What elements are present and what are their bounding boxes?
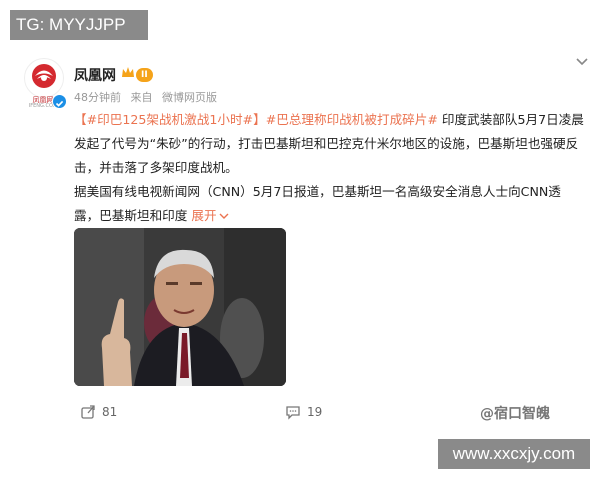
repost-button[interactable]: 81 (80, 404, 117, 420)
post-source: 微博网页版 (162, 91, 217, 104)
post-body-paragraph: 据美国有线电视新闻网（CNN）5月7日报道，巴基斯坦一名高级安全消息人士向CNN… (74, 184, 561, 223)
corner-watermark: @宿口智魄 (480, 406, 550, 422)
comment-count: 19 (307, 405, 323, 419)
chevron-down-icon[interactable] (575, 57, 589, 67)
phoenix-logo-icon (32, 64, 56, 88)
crown-icon (122, 67, 134, 77)
post-meta: 48分钟前 来自 微博网页版 (74, 89, 223, 105)
post-text: 【#印巴125架战机激战1小时#】#巴总理称印战机被打成碎片# 印度武装部队5月… (74, 108, 584, 228)
post-photo[interactable] (74, 228, 286, 386)
post-time[interactable]: 48分钟前 (74, 91, 121, 104)
share-icon (81, 405, 95, 419)
site-watermark-label: www.xxcxjy.com (438, 439, 590, 469)
chevron-down-icon (219, 213, 229, 219)
photo-illustration (74, 228, 286, 386)
verified-icon (52, 94, 67, 109)
member-level-badge: II (136, 68, 153, 82)
repost-count: 81 (102, 405, 118, 419)
account-name[interactable]: 凤凰网 (74, 65, 116, 85)
comment-icon (286, 406, 300, 420)
avatar[interactable] (24, 58, 64, 98)
hashtag-link[interactable]: #巴总理称印战机被打成碎片# (266, 112, 438, 127)
expand-link[interactable]: 展开 (191, 208, 229, 223)
source-prefix: 来自 (130, 91, 153, 104)
tg-watermark-label: TG: MYYJJPP (10, 10, 148, 40)
comment-button[interactable]: 19 (285, 404, 322, 420)
hashtag-link[interactable]: 【#印巴125架战机激战1小时#】 (74, 112, 266, 127)
